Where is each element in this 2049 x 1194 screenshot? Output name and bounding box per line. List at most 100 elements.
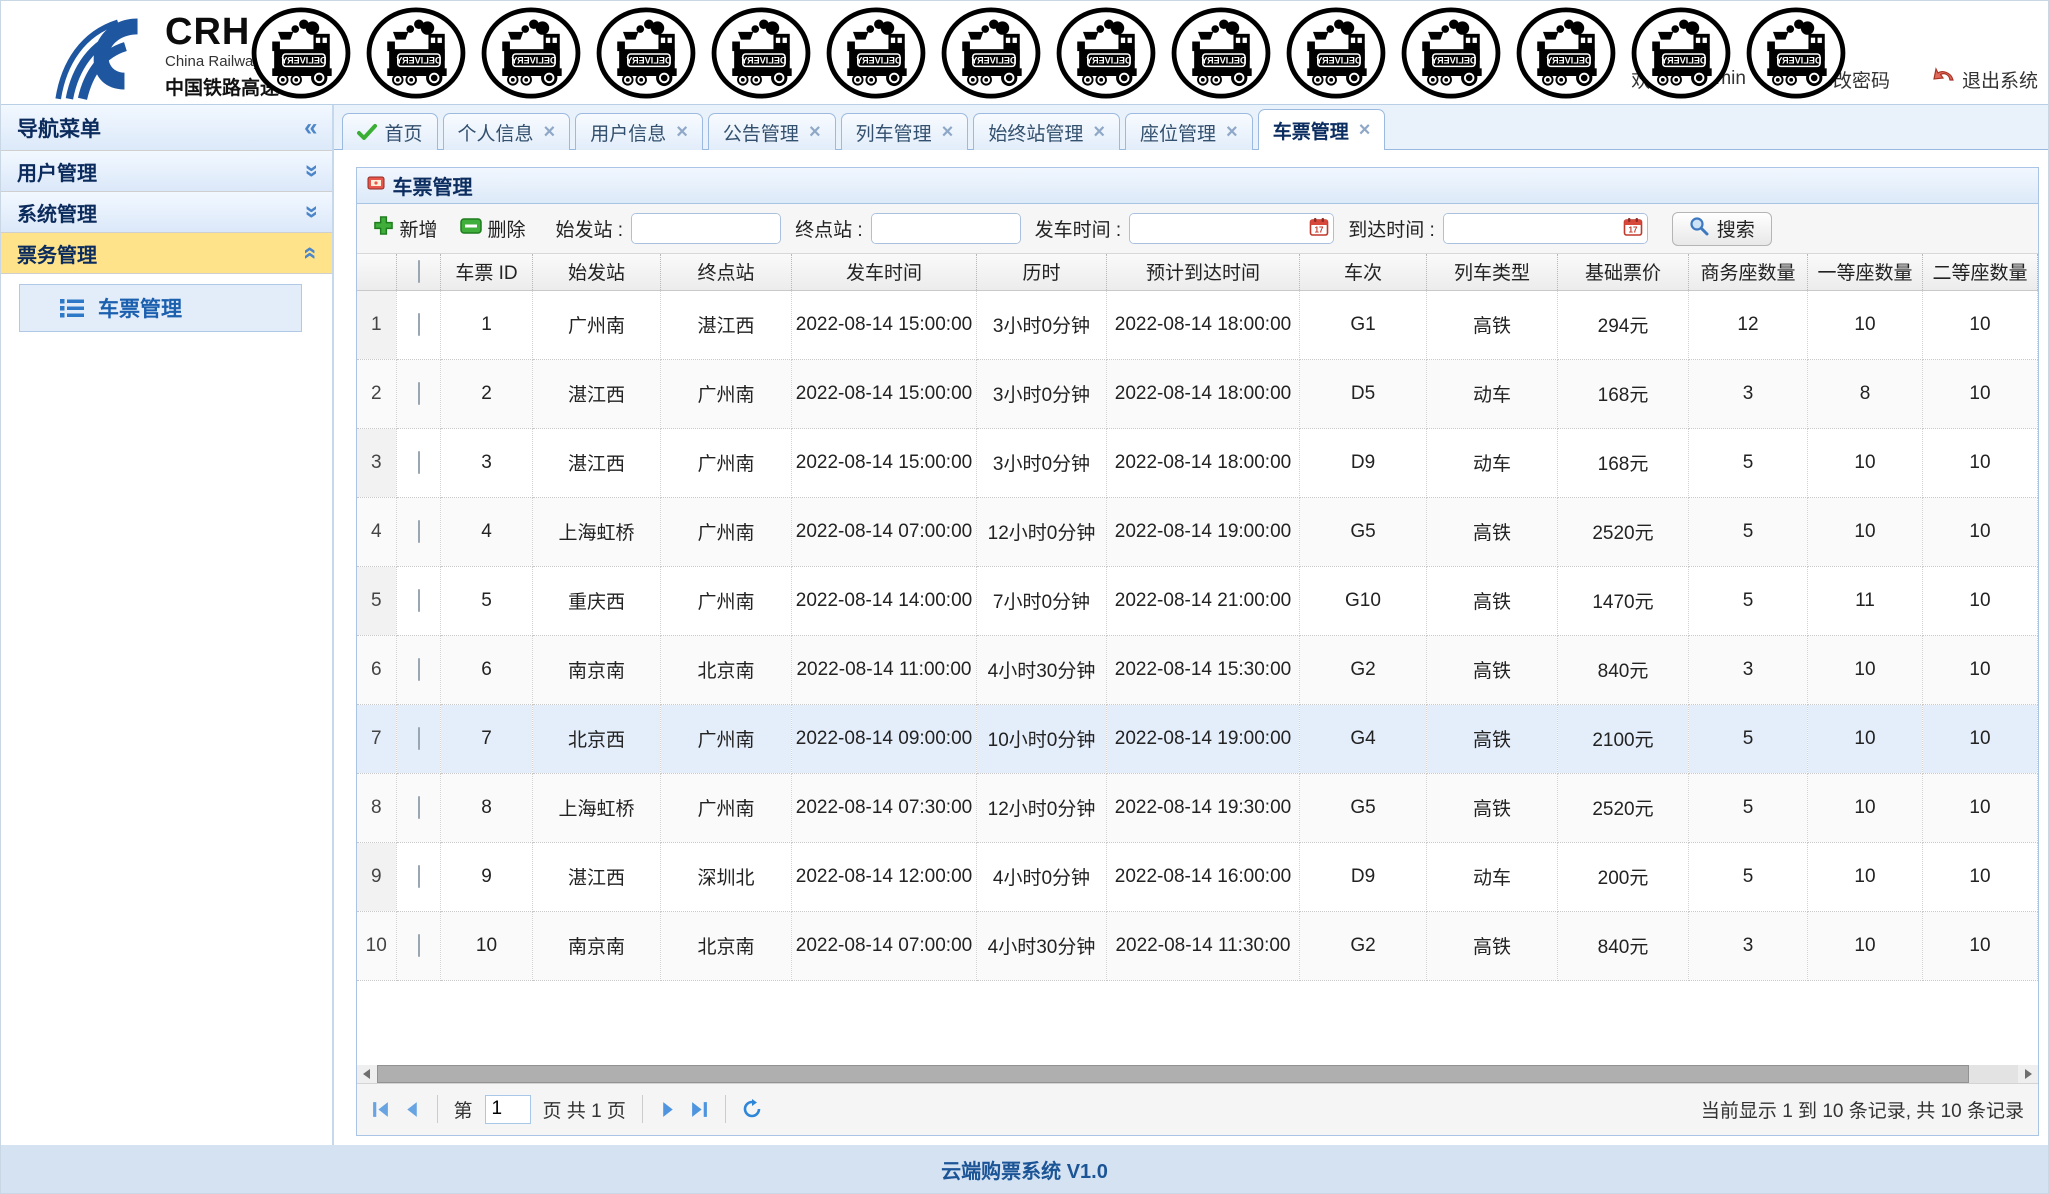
cell-to: 广州南 — [660, 773, 792, 843]
field-input-2[interactable] — [1130, 214, 1306, 243]
table-row[interactable]: 2 2 湛江西 广州南 2022-08-14 15:00:00 3小时0分钟 2022-08… — [356, 359, 2038, 429]
cell-second_class: 10 — [1922, 704, 2038, 774]
tab-车票管理[interactable]: 车票管理 × — [1257, 109, 1386, 150]
col-header-0[interactable]: 车票 ID — [440, 254, 533, 291]
cell-from: 湛江西 — [532, 428, 661, 498]
sidebar-section-票务管理[interactable]: 票务管理 « — [1, 233, 332, 274]
col-header-5[interactable]: 预计到达时间 — [1106, 254, 1300, 291]
scroll-right-button[interactable] — [2018, 1064, 2038, 1083]
col-header-3[interactable]: 发车时间 — [791, 254, 977, 291]
cell-to: 北京南 — [660, 635, 792, 705]
last-page-button[interactable] — [690, 1100, 709, 1119]
scroll-left-button[interactable] — [356, 1064, 377, 1083]
row-checkbox[interactable] — [417, 864, 420, 888]
row-checkbox[interactable] — [417, 933, 420, 957]
col-header-8[interactable]: 基础票价 — [1557, 254, 1689, 291]
add-button[interactable]: 新增 — [367, 211, 444, 246]
field-input-1[interactable] — [871, 214, 1020, 243]
table-row[interactable]: 3 3 湛江西 广州南 2022-08-14 15:00:00 3小时0分钟 2022-08… — [356, 428, 2038, 498]
col-header-7[interactable]: 列车类型 — [1426, 254, 1558, 291]
row-checkbox[interactable] — [417, 450, 420, 474]
tab-个人信息[interactable]: 个人信息 × — [442, 113, 571, 150]
first-page-button[interactable] — [371, 1100, 390, 1119]
col-header-6[interactable]: 车次 — [1299, 254, 1427, 291]
cell-business: 5 — [1688, 773, 1808, 843]
tab-用户信息[interactable]: 用户信息 × — [575, 113, 703, 150]
cell-duration: 7小时0分钟 — [976, 566, 1107, 636]
row-checkbox[interactable] — [417, 795, 420, 819]
cell-id: 5 — [440, 566, 533, 636]
cell-type: 动车 — [1426, 359, 1558, 429]
tab-始终站管理[interactable]: 始终站管理 × — [973, 113, 1121, 150]
row-checkbox[interactable] — [417, 726, 420, 750]
logout-button[interactable]: 退出系统 — [1932, 64, 2038, 94]
row-checkbox[interactable] — [417, 381, 420, 405]
page-number-input[interactable] — [484, 1094, 531, 1124]
close-icon[interactable]: × — [942, 121, 954, 144]
cell-from: 南京南 — [532, 911, 661, 981]
col-header-2[interactable]: 终点站 — [660, 254, 792, 291]
sidebar-section-用户管理[interactable]: 用户管理 « — [1, 151, 332, 192]
close-icon[interactable]: × — [1093, 121, 1105, 144]
calendar-button[interactable]: 17 — [1305, 214, 1334, 243]
select-all-checkbox[interactable] — [417, 259, 420, 283]
cell-price: 294元 — [1557, 290, 1689, 360]
table-row[interactable]: 8 8 上海虹桥 广州南 2022-08-14 07:30:00 12小时0分钟 2022-… — [356, 773, 2038, 843]
tab-首页[interactable]: 首页 — [341, 113, 438, 150]
table-row[interactable]: 1 1 广州南 湛江西 2022-08-14 15:00:00 3小时0分钟 2022-08… — [356, 290, 2038, 360]
delete-button[interactable]: 删除 — [454, 211, 532, 246]
cell-train: D9 — [1299, 428, 1427, 498]
scrollbar-thumb[interactable] — [376, 1064, 1969, 1083]
cell-id: 7 — [440, 704, 533, 774]
field-input-3[interactable] — [1443, 214, 1619, 243]
close-icon[interactable]: × — [676, 121, 688, 144]
col-header-9[interactable]: 商务座数量 — [1688, 254, 1808, 291]
toolbar: 新增 删除 始发站 : 终点站 : 发车时间 : 17 到达时间 : 17 搜索 — [356, 204, 2038, 254]
tab-座位管理[interactable]: 座位管理 × — [1125, 113, 1253, 150]
close-icon[interactable]: × — [544, 121, 556, 144]
cell-checkbox — [396, 704, 441, 774]
col-header-4[interactable]: 历时 — [976, 254, 1107, 291]
pagination-bar: 第 页 共 1 页 当前显示 1 到 10 条记录, 共 10 条记录 — [356, 1082, 2038, 1135]
row-checkbox[interactable] — [417, 657, 420, 681]
horizontal-scrollbar[interactable] — [356, 1064, 2038, 1083]
row-checkbox[interactable] — [417, 312, 420, 336]
train-badges: DELIVERY DELIVERY DELIVERY DELIVERY DELI… — [251, 7, 1846, 99]
scrollbar-track[interactable] — [376, 1064, 2019, 1083]
field-input-0[interactable] — [632, 214, 781, 243]
col-header-10[interactable]: 一等座数量 — [1807, 254, 1923, 291]
list-icon — [60, 298, 84, 318]
table-row[interactable]: 9 9 湛江西 深圳北 2022-08-14 12:00:00 4小时0分钟 2022-08… — [356, 842, 2038, 912]
prev-page-button[interactable] — [402, 1100, 421, 1119]
table-row[interactable]: 7 7 北京西 广州南 2022-08-14 09:00:00 10小时0分钟 2022-0… — [356, 704, 2038, 774]
close-icon[interactable]: × — [809, 121, 821, 144]
sidebar-section-系统管理[interactable]: 系统管理 « — [1, 192, 332, 233]
cell-duration: 3小时0分钟 — [976, 359, 1107, 429]
close-icon[interactable]: × — [1226, 121, 1238, 144]
tab-公告管理[interactable]: 公告管理 × — [707, 113, 836, 150]
cell-price: 2520元 — [1557, 773, 1689, 843]
row-checkbox[interactable] — [417, 519, 420, 543]
cell-first_class: 8 — [1807, 359, 1923, 429]
table-row[interactable]: 10 10 南京南 北京南 2022-08-14 07:00:00 4小时30分钟 2022… — [356, 911, 2038, 981]
cell-price: 2100元 — [1557, 704, 1689, 774]
search-button[interactable]: 搜索 — [1671, 211, 1772, 246]
close-icon[interactable]: × — [1359, 119, 1371, 142]
train-badge-icon: DELIVERY — [1746, 7, 1846, 99]
col-header-11[interactable]: 二等座数量 — [1922, 254, 2038, 291]
table-row[interactable]: 4 4 上海虹桥 广州南 2022-08-14 07:00:00 12小时0分钟 2022-… — [356, 497, 2038, 567]
cell-type: 高铁 — [1426, 911, 1558, 981]
delete-label: 删除 — [487, 220, 526, 241]
train-badge-icon: DELIVERY — [711, 7, 811, 99]
table-row[interactable]: 6 6 南京南 北京南 2022-08-14 11:00:00 4小时30分钟 2022-0… — [356, 635, 2038, 705]
next-page-button[interactable] — [659, 1100, 678, 1119]
col-header-1[interactable]: 始发站 — [532, 254, 661, 291]
refresh-button[interactable] — [742, 1099, 762, 1119]
table-row[interactable]: 5 5 重庆西 广州南 2022-08-14 14:00:00 7小时0分钟 2022-08… — [356, 566, 2038, 636]
sidebar-item-ticket-management[interactable]: 车票管理 — [19, 284, 302, 332]
tab-列车管理[interactable]: 列车管理 × — [840, 113, 969, 150]
cell-depart: 2022-08-14 12:00:00 — [791, 842, 977, 912]
collapse-sidebar-icon[interactable]: « — [304, 115, 317, 140]
calendar-button[interactable]: 17 — [1618, 214, 1647, 243]
row-checkbox[interactable] — [417, 588, 420, 612]
